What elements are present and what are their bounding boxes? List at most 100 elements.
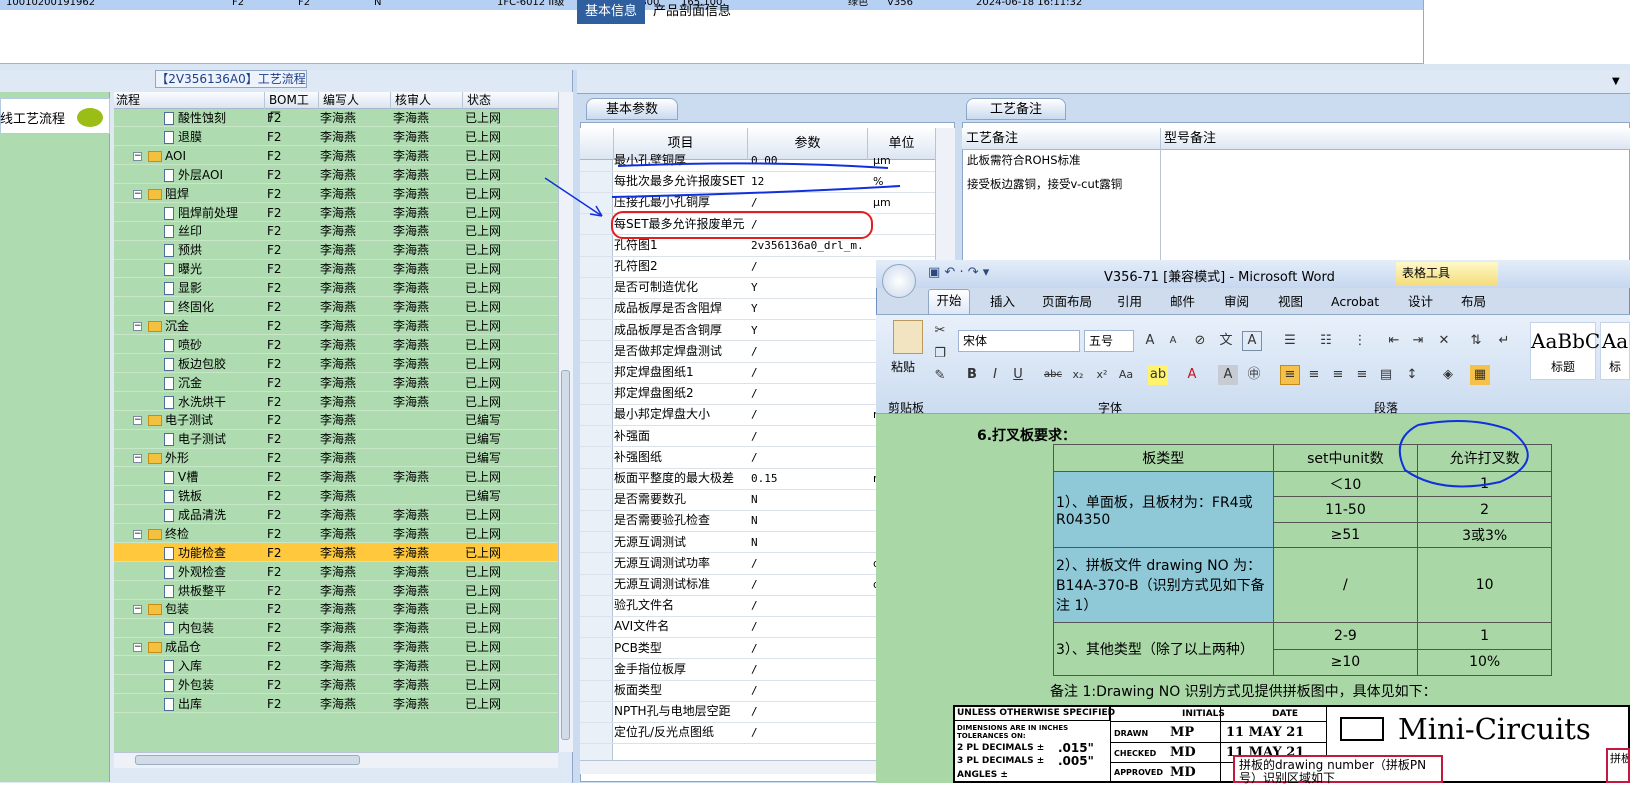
param-value[interactable]: N: [751, 489, 866, 510]
tree-row[interactable]: 入库 F2 李海燕 李海燕 已上网: [114, 657, 558, 676]
char-border-icon[interactable]: A: [1242, 331, 1262, 351]
tree-node[interactable]: 退膜: [164, 128, 202, 146]
param-value[interactable]: /: [751, 553, 866, 574]
collapse-toggle-icon[interactable]: −: [133, 416, 142, 426]
tree-node[interactable]: 喷砂: [164, 336, 202, 354]
tree-node[interactable]: 成品清洗: [164, 506, 226, 524]
param-value[interactable]: 12: [751, 171, 866, 192]
tree-node[interactable]: 出库: [164, 695, 202, 713]
tree-node[interactable]: 预烘: [164, 241, 202, 259]
param-value[interactable]: /: [751, 383, 866, 404]
param-row[interactable]: 每SET最多允许报废单元 /: [580, 214, 955, 236]
tree-horizontal-thumb[interactable]: [135, 755, 360, 765]
chat-bubble-icon[interactable]: [77, 108, 103, 127]
col-reviewer[interactable]: 核审人: [390, 92, 462, 109]
param-row[interactable]: 最小孔壁铜厚 0.00 μm: [580, 150, 955, 172]
office-button-icon[interactable]: [882, 264, 916, 298]
increase-indent-icon[interactable]: ⇥: [1408, 331, 1428, 351]
tree-node[interactable]: 电子测试: [164, 430, 226, 448]
borders-icon[interactable]: ▦: [1470, 365, 1490, 385]
tree-row[interactable]: − AOI F2 李海燕 李海燕 已上网: [114, 147, 558, 166]
tree-row[interactable]: 丝印 F2 李海燕 李海燕 已上网: [114, 222, 558, 241]
param-value[interactable]: N: [751, 510, 866, 531]
param-value[interactable]: /: [751, 192, 866, 213]
tree-node[interactable]: 入库: [164, 657, 202, 675]
quick-access-icons[interactable]: ▣ ↶ · ↷ ▾: [928, 265, 989, 280]
param-value[interactable]: 2v356136a0_drl_m...: [751, 235, 866, 256]
tree-row[interactable]: V槽 F2 李海燕 李海燕 已上网: [114, 468, 558, 487]
tab-view[interactable]: 视图: [1278, 291, 1303, 313]
align-right-icon[interactable]: ≡: [1328, 365, 1348, 385]
tree-row[interactable]: 退膜 F2 李海燕 李海燕 已上网: [114, 128, 558, 147]
defect-board-table[interactable]: 板类型 set中unit数 允许打叉数 1）、单面板，且板材为：FR4或R043…: [1053, 443, 1552, 677]
param-row[interactable]: 孔符图1 2v356136a0_drl_m...: [580, 235, 955, 257]
paste-icon[interactable]: [893, 320, 923, 354]
decrease-indent-icon[interactable]: ⇤: [1384, 331, 1404, 351]
style-heading-2[interactable]: Aa 标: [1600, 322, 1630, 380]
format-painter-icon[interactable]: ✎: [930, 366, 950, 386]
clear-format-icon[interactable]: ⊘: [1190, 331, 1210, 351]
tree-node[interactable]: 曝光: [164, 260, 202, 278]
tree-row[interactable]: 预烘 F2 李海燕 李海燕 已上网: [114, 241, 558, 260]
tree-row[interactable]: 外观检查 F2 李海燕 李海燕 已上网: [114, 563, 558, 581]
param-value[interactable]: 0.00: [751, 150, 866, 171]
tree-node[interactable]: 外包装: [164, 676, 214, 694]
highlight-icon[interactable]: ab: [1148, 365, 1168, 385]
col-flow[interactable]: 流程: [114, 92, 264, 109]
tree-node[interactable]: 终检: [148, 525, 189, 543]
cut-icon[interactable]: ✂: [930, 321, 950, 341]
numbering-icon[interactable]: ☷: [1316, 331, 1336, 351]
paste-label[interactable]: 粘贴: [891, 358, 915, 375]
tab-mailings[interactable]: 邮件: [1170, 291, 1195, 313]
tab-table-layout[interactable]: 布局: [1461, 291, 1486, 313]
tree-node[interactable]: 沉金: [148, 317, 189, 335]
char-shading-icon[interactable]: A: [1218, 365, 1238, 385]
tree-row[interactable]: 酸性蚀刻 F2 李海燕 李海燕 已上网: [114, 109, 558, 128]
tree-node[interactable]: 阻焊前处理: [164, 204, 238, 222]
param-value[interactable]: /: [751, 680, 866, 701]
param-value[interactable]: Y: [751, 277, 866, 298]
font-name-select[interactable]: 宋体: [958, 330, 1080, 352]
collapse-toggle-icon[interactable]: −: [133, 643, 142, 653]
tree-row[interactable]: 显影 F2 李海燕 李海燕 已上网: [114, 279, 558, 298]
param-row[interactable]: 每批次最多允许报废SET 12%: [580, 171, 955, 194]
tab-product-profile[interactable]: 产品剖面信息: [645, 0, 739, 24]
param-value[interactable]: Y: [751, 298, 866, 319]
tree-row[interactable]: 沉金 F2 李海燕 李海燕 已上网: [114, 374, 558, 392]
col-status[interactable]: 状态: [462, 92, 558, 109]
tree-row[interactable]: − 外形 F2 李海燕 已编写: [114, 449, 558, 468]
collapse-toggle-icon[interactable]: −: [133, 605, 142, 615]
chinese-layout-icon[interactable]: ✕: [1434, 331, 1454, 351]
tab-basic-info[interactable]: 基本信息: [577, 0, 646, 24]
font-color-icon[interactable]: A: [1182, 365, 1202, 385]
param-value[interactable]: /: [751, 256, 866, 277]
param-value[interactable]: /: [751, 616, 866, 637]
tree-node[interactable]: 包装: [148, 600, 189, 618]
param-value[interactable]: /: [751, 659, 866, 680]
style-heading[interactable]: AaBbC 标题: [1530, 322, 1600, 380]
param-value[interactable]: /: [751, 595, 866, 616]
underline-icon[interactable]: U: [1008, 365, 1028, 385]
enclose-char-icon[interactable]: ㊥: [1244, 365, 1264, 385]
param-value[interactable]: N: [751, 532, 866, 553]
param-value[interactable]: /: [751, 574, 866, 595]
multilevel-icon[interactable]: ⋮: [1350, 331, 1370, 351]
tree-row[interactable]: 板边包胶 F2 李海燕 李海燕 已上网: [114, 355, 558, 373]
param-value[interactable]: Y: [751, 320, 866, 341]
tree-node[interactable]: 显影: [164, 279, 202, 297]
collapse-toggle-icon[interactable]: −: [133, 529, 142, 539]
sort-icon[interactable]: ⇅: [1466, 331, 1486, 351]
tree-node[interactable]: 成品仓: [148, 638, 201, 656]
show-marks-icon[interactable]: ↵: [1494, 331, 1514, 351]
param-value[interactable]: /: [751, 341, 866, 362]
dropdown-arrow-icon[interactable]: ▼: [1612, 76, 1620, 87]
collapse-toggle-icon[interactable]: −: [133, 321, 142, 331]
align-left-icon[interactable]: ≡: [1280, 365, 1300, 385]
italic-icon[interactable]: I: [985, 365, 1005, 385]
tree-node[interactable]: 水洗烘干: [164, 393, 226, 411]
tree-row[interactable]: 阻焊前处理 F2 李海燕 李海燕 已上网: [114, 204, 558, 222]
change-case-icon[interactable]: Aa: [1116, 365, 1136, 385]
tree-row[interactable]: 成品清洗 F2 李海燕 李海燕 已上网: [114, 506, 558, 525]
param-row[interactable]: 压接孔最小孔铜厚 / μm: [580, 192, 955, 215]
tree-row[interactable]: 铣板 F2 李海燕 已编写: [114, 487, 558, 506]
